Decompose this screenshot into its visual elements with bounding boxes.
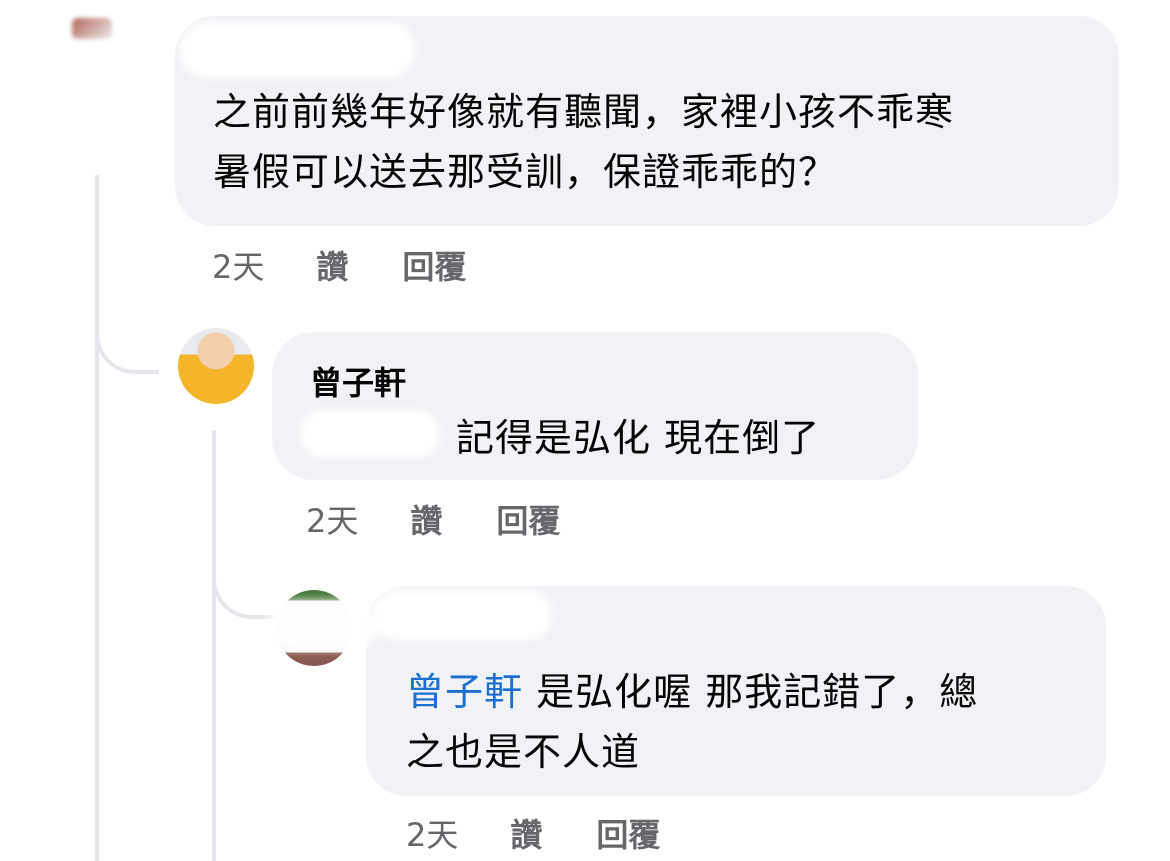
comment-text: 之前前幾年好像就有聽聞，家裡小孩不乖寒 暑假可以送去那受訓，保證乖乖的？ [213,82,1113,202]
like-button[interactable]: 讚 [510,810,542,856]
thread-connector-1 [95,290,159,374]
thread-line-reply [212,430,216,861]
reply-button[interactable]: 回覆 [402,242,466,288]
reply-text: 記得是弘化 現在倒了 [456,416,821,460]
reply-text: 曾子軒 是弘化喔 那我記錯了，總 之也是不人道 [406,662,1096,782]
reply-text-line-1: 曾子軒 是弘化喔 那我記錯了，總 [406,662,1096,722]
avatar-fragment [72,18,112,40]
thread-line-main [95,175,99,861]
comment-actions: 2天 讚 回覆 [406,810,660,856]
timestamp[interactable]: 2天 [306,496,358,542]
redacted-author-name [372,590,552,640]
redacted-avatar [48,40,138,140]
timestamp[interactable]: 2天 [212,242,264,288]
author-name[interactable]: 曾子軒 [310,358,406,404]
like-button[interactable]: 讚 [410,496,442,542]
reply-button[interactable]: 回覆 [496,496,560,542]
comment-text-line-2: 暑假可以送去那受訓，保證乖乖的？ [213,150,838,194]
like-button[interactable]: 讚 [316,242,348,288]
mention-link[interactable]: 曾子軒 [406,670,523,714]
thread-connector-2 [212,575,276,619]
redacted-author-name [180,22,415,78]
comment-text-line-1: 之前前幾年好像就有聽聞，家裡小孩不乖寒 [213,90,955,134]
redacted-avatar [268,600,378,650]
reply-text-line-2: 之也是不人道 [406,730,641,774]
reply-text-rest: 是弘化喔 那我記錯了，總 [536,670,979,714]
redacted-mention [300,410,440,458]
avatar[interactable] [178,328,254,404]
timestamp[interactable]: 2天 [406,810,458,856]
comment-actions: 2天 讚 回覆 [212,242,466,288]
comment-actions: 2天 讚 回覆 [306,496,560,542]
reply-button[interactable]: 回覆 [596,810,660,856]
